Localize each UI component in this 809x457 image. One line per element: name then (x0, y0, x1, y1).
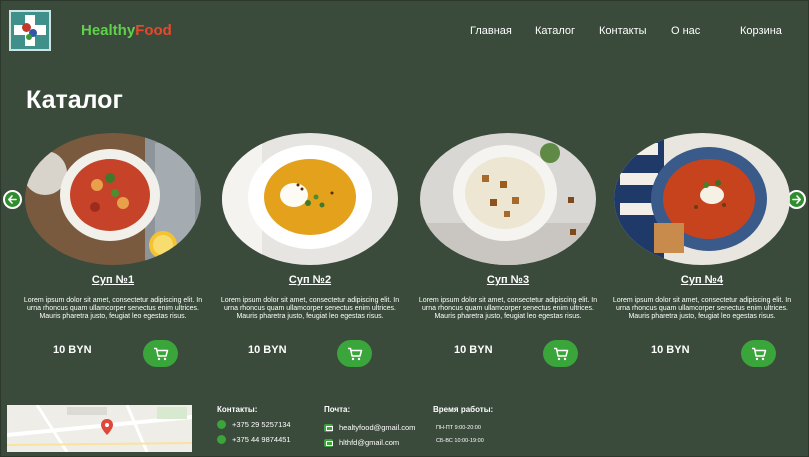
logo[interactable] (9, 10, 51, 51)
phone-line[interactable]: +375 44 9874451 (217, 435, 291, 444)
phone-number: +375 29 5257134 (232, 420, 291, 429)
product-name[interactable]: Суп №3 (415, 274, 601, 286)
brand-name-part2: Food (135, 22, 172, 39)
product-name[interactable]: Суп №2 (217, 274, 403, 286)
email-address: hlthfd@gmail.com (339, 438, 400, 447)
brand-name-part1: Healthy (81, 22, 136, 39)
email-address: healtyfood@gmail.com (339, 423, 416, 432)
soup-image[interactable] (222, 133, 398, 265)
product-description: Lorem ipsum dolor sit amet, consectetur … (220, 297, 400, 320)
add-to-cart-button[interactable] (143, 340, 178, 367)
add-to-cart-button[interactable] (543, 340, 578, 367)
soup-image[interactable] (25, 133, 201, 265)
product-description: Lorem ipsum dolor sit amet, consectetur … (612, 297, 792, 320)
product-name[interactable]: Суп №4 (609, 274, 795, 286)
nav-contacts[interactable]: Контакты (599, 25, 647, 37)
product-card: Суп №2 Lorem ipsum dolor sit amet, conse… (217, 133, 403, 373)
mail-icon (324, 423, 333, 432)
product-price: 10 BYN (454, 344, 493, 356)
logo-dot (26, 34, 32, 40)
cart-icon (553, 347, 568, 360)
soup-image[interactable] (420, 133, 596, 265)
cart-icon (153, 347, 168, 360)
hours-weekends: СБ-ВС 10:00-19:00 (436, 438, 484, 444)
nav-catalog[interactable]: Каталог (535, 25, 575, 37)
phone-line[interactable]: +375 29 5257134 (217, 420, 291, 429)
mail-icon (324, 438, 333, 447)
add-to-cart-button[interactable] (741, 340, 776, 367)
product-card: Суп №4 Lorem ipsum dolor sit amet, conse… (609, 133, 795, 373)
nav-home[interactable]: Главная (470, 25, 512, 37)
nav-cart[interactable]: Корзина (740, 25, 782, 37)
phone-number: +375 44 9874451 (232, 435, 291, 444)
product-price: 10 BYN (248, 344, 287, 356)
product-name[interactable]: Суп №1 (20, 274, 206, 286)
soup-image[interactable] (614, 133, 790, 265)
email-line[interactable]: hlthfd@gmail.com (324, 438, 399, 447)
add-to-cart-button[interactable] (337, 340, 372, 367)
product-price: 10 BYN (651, 344, 690, 356)
hours-heading: Время работы: (433, 405, 494, 414)
cart-icon (347, 347, 362, 360)
contacts-heading: Контакты: (217, 405, 258, 414)
product-price: 10 BYN (53, 344, 92, 356)
page-title: Каталог (26, 86, 123, 114)
email-line[interactable]: healtyfood@gmail.com (324, 423, 415, 432)
product-card: Суп №1 Lorem ipsum dolor sit amet, conse… (20, 133, 206, 373)
product-description: Lorem ipsum dolor sit amet, consectetur … (23, 297, 203, 320)
product-description: Lorem ipsum dolor sit amet, consectetur … (418, 297, 598, 320)
product-card: Суп №3 Lorem ipsum dolor sit amet, conse… (415, 133, 601, 373)
nav-about[interactable]: О нас (671, 25, 700, 37)
brand-name[interactable]: HealthyFood (81, 22, 172, 39)
cart-icon (751, 347, 766, 360)
phone-icon (217, 435, 226, 444)
location-map[interactable] (7, 405, 192, 452)
hours-weekdays: ПН-ПТ 9:00-20:00 (436, 425, 481, 431)
phone-icon (217, 420, 226, 429)
mail-heading: Почта: (324, 405, 351, 414)
arrow-left-icon (8, 195, 17, 204)
